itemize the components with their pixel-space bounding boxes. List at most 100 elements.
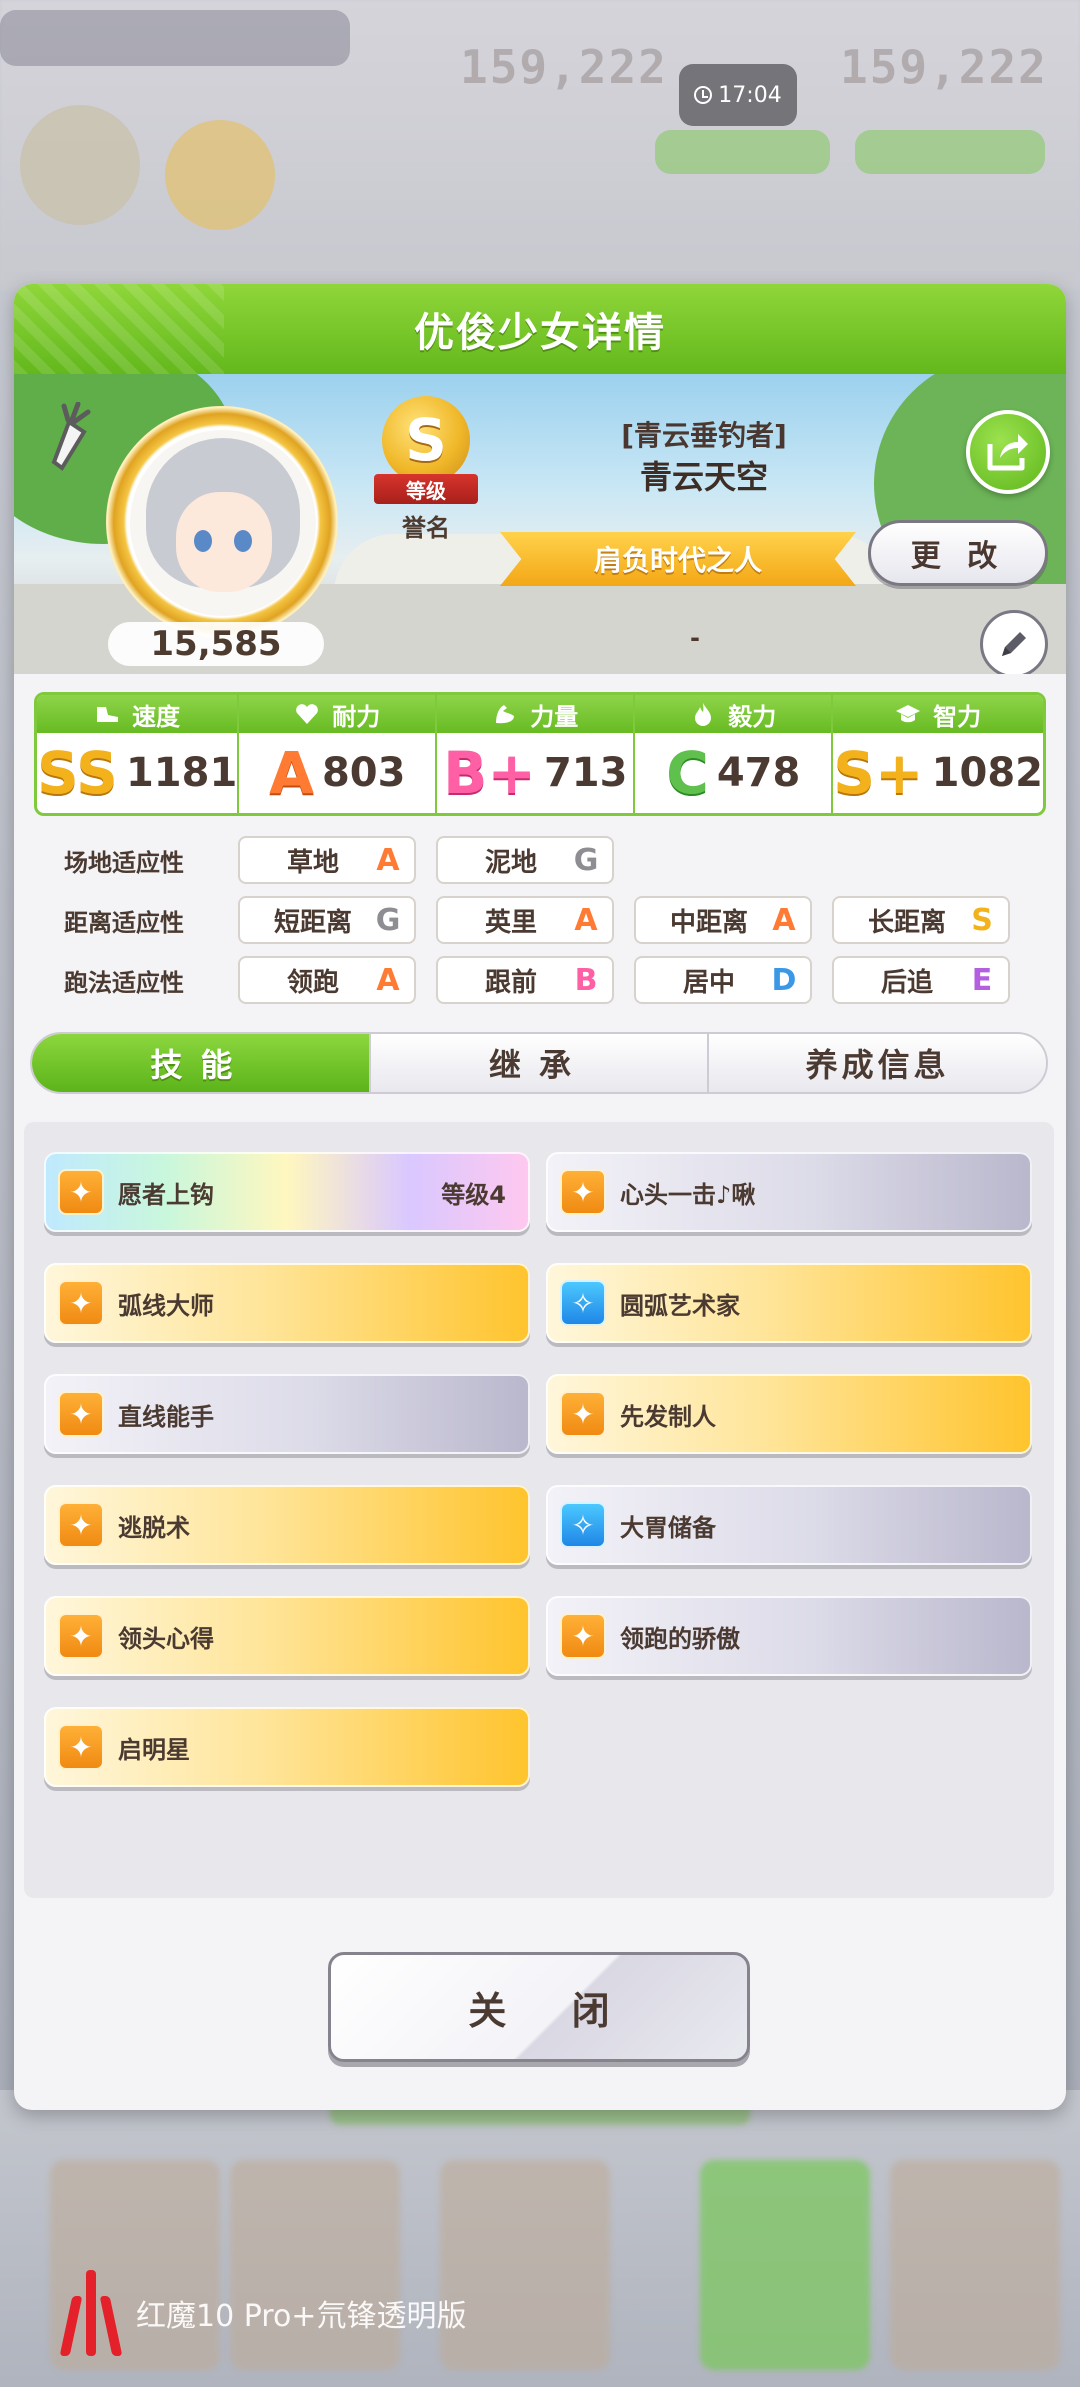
aptitude-row-distance: 距离适应性 bbox=[34, 896, 244, 944]
clock-time: 17:04 bbox=[718, 82, 782, 108]
skill-speed-icon: ✦ bbox=[58, 1169, 104, 1215]
background-medal bbox=[165, 120, 275, 230]
skill-speed-icon: ✦ bbox=[58, 1502, 104, 1548]
background-number: 159,222 bbox=[460, 40, 668, 94]
aptitude-grade: D bbox=[771, 962, 797, 998]
stat-grade: SS bbox=[37, 739, 119, 807]
tab-inheritance[interactable]: 继承 bbox=[368, 1034, 708, 1092]
skill-item[interactable]: ✦ 启明星 bbox=[44, 1707, 530, 1787]
aptitude-name: 居中 bbox=[682, 967, 735, 998]
stat-header: 力量 bbox=[437, 695, 634, 733]
skill-speed-icon: ✦ bbox=[58, 1280, 104, 1326]
skill-item[interactable]: ✦ 心头一击♪啾 bbox=[546, 1152, 1032, 1232]
stat-label: 耐力 bbox=[332, 702, 381, 731]
aptitude-name: 后追 bbox=[880, 967, 933, 998]
carrot-icon[interactable] bbox=[44, 402, 94, 472]
aptitude-name: 中距离 bbox=[669, 907, 748, 938]
aptitude-name: 领跑 bbox=[286, 967, 339, 998]
background-menu-button bbox=[890, 2160, 1060, 2370]
skill-recovery-icon: ✧ bbox=[560, 1280, 606, 1326]
aptitude-grade: G bbox=[573, 842, 599, 878]
trainer-name: 青云天空 bbox=[639, 458, 768, 496]
skill-item[interactable]: ✦ 领头心得 bbox=[44, 1596, 530, 1676]
skill-name: 大胃储备 bbox=[620, 1513, 716, 1542]
stat-header: 速度 bbox=[37, 695, 238, 733]
stat-speed: 速度 SS 1181 bbox=[37, 695, 238, 813]
skill-item[interactable]: ✦ 先发制人 bbox=[546, 1374, 1032, 1454]
stat-header: 耐力 bbox=[239, 695, 436, 733]
stat-grade: B+ bbox=[442, 739, 537, 807]
shoe-icon bbox=[97, 707, 119, 722]
stat-header: 毅力 bbox=[635, 695, 832, 733]
tab-training-info[interactable]: 养成信息 bbox=[707, 1034, 1046, 1092]
portrait-face bbox=[176, 492, 272, 592]
aptitude-grade: S bbox=[971, 902, 994, 938]
stat-power: 力量 B+ 713 bbox=[435, 695, 634, 813]
aptitude-name: 英里 bbox=[484, 907, 537, 938]
aptitude-grade: A bbox=[772, 902, 796, 938]
skill-item[interactable]: ✦ 愿者上钩 等级4 bbox=[44, 1152, 530, 1232]
aptitude-cell: 泥地 G bbox=[436, 836, 614, 884]
skill-speed-icon: ✦ bbox=[560, 1391, 606, 1437]
dialog-title: 优俊少女详情 bbox=[414, 310, 666, 356]
aptitude-cell: 短距离 G bbox=[238, 896, 416, 944]
stat-grade: C bbox=[665, 739, 710, 807]
aptitude-row-style: 跑法适应性 bbox=[34, 956, 244, 1004]
edit-button[interactable] bbox=[980, 610, 1048, 674]
aptitude-name: 泥地 bbox=[484, 847, 537, 878]
stat-label: 力量 bbox=[530, 702, 579, 731]
skill-name: 直线能手 bbox=[118, 1402, 214, 1431]
character-portrait[interactable] bbox=[130, 430, 316, 616]
skills-list: ✦ 愿者上钩 等级4 ✦ 心头一击♪啾 ✦ 弧线大师 ✧ 圆弧艺术家 ✦ 直线能… bbox=[24, 1122, 1054, 1898]
rank-medal: S 等级 誉名 bbox=[368, 396, 484, 542]
aptitude-grade: A bbox=[574, 902, 598, 938]
close-button[interactable]: 关 闭 bbox=[328, 1952, 750, 2062]
skill-item[interactable]: ✧ 圆弧艺术家 bbox=[546, 1263, 1032, 1343]
tab-skills[interactable]: 技能 bbox=[32, 1034, 369, 1092]
skill-name: 逃脱术 bbox=[118, 1513, 190, 1542]
skill-speed-icon: ✦ bbox=[58, 1724, 104, 1770]
stats-table: 速度 SS 1181 耐力 A 803 力量 B+ 713 毅力 C 478 智… bbox=[34, 692, 1046, 816]
share-button[interactable] bbox=[966, 410, 1050, 494]
skill-item[interactable]: ✦ 弧线大师 bbox=[44, 1263, 530, 1343]
skill-level: 等级4 bbox=[441, 1180, 506, 1209]
skill-name: 愿者上钩 bbox=[118, 1180, 214, 1209]
skill-name: 领头心得 bbox=[118, 1624, 214, 1653]
skill-item[interactable]: ✧ 大胃储备 bbox=[546, 1485, 1032, 1565]
skill-speed-icon: ✦ bbox=[58, 1391, 104, 1437]
skill-item[interactable]: ✦ 领跑的骄傲 bbox=[546, 1596, 1032, 1676]
aptitude-cell: 领跑 A bbox=[238, 956, 416, 1004]
skill-item[interactable]: ✦ 直线能手 bbox=[44, 1374, 530, 1454]
aptitude-label: 跑法适应性 bbox=[64, 968, 184, 997]
skill-name: 先发制人 bbox=[620, 1402, 716, 1431]
dialog-header: 优俊少女详情 bbox=[14, 284, 1066, 374]
stat-wisdom: 智力 S+ 1082 bbox=[831, 695, 1043, 813]
stat-body: B+ 713 bbox=[437, 733, 633, 813]
fan-count: 15,585 bbox=[108, 622, 324, 666]
skill-name: 圆弧艺术家 bbox=[620, 1291, 740, 1320]
aptitude-name: 短距离 bbox=[273, 907, 352, 938]
aptitude-cell: 英里 A bbox=[436, 896, 614, 944]
skill-speed-icon: ✦ bbox=[560, 1169, 606, 1215]
skill-name: 弧线大师 bbox=[118, 1291, 214, 1320]
aptitude-name: 长距离 bbox=[867, 907, 946, 938]
stat-header: 智力 bbox=[833, 695, 1043, 733]
rank-letter: S bbox=[382, 396, 470, 484]
stat-label: 速度 bbox=[132, 702, 181, 731]
aptitude-name: 跟前 bbox=[484, 967, 537, 998]
stat-stamina: 耐力 A 803 bbox=[237, 695, 436, 813]
detail-tabs: 技能 继承 养成信息 bbox=[30, 1032, 1048, 1094]
change-title-button[interactable]: 更 改 bbox=[868, 520, 1048, 586]
share-icon bbox=[987, 434, 1028, 471]
heart-icon bbox=[296, 704, 319, 724]
background-tag bbox=[655, 130, 830, 174]
umamusume-detail-dialog: 优俊少女详情 15,585 S 等级 誉名 [青云垂钓者] 青云天空 肩负时代之… bbox=[14, 284, 1066, 2110]
rank-ribbon: 等级 bbox=[374, 474, 478, 504]
aptitude-grade: B bbox=[574, 962, 598, 998]
aptitude-cell: 居中 D bbox=[634, 956, 812, 1004]
background-number: 159,222 bbox=[840, 40, 1048, 94]
aptitude-grade: G bbox=[375, 902, 401, 938]
stat-label: 智力 bbox=[933, 702, 982, 731]
skill-item[interactable]: ✦ 逃脱术 bbox=[44, 1485, 530, 1565]
flame-icon bbox=[695, 703, 712, 726]
